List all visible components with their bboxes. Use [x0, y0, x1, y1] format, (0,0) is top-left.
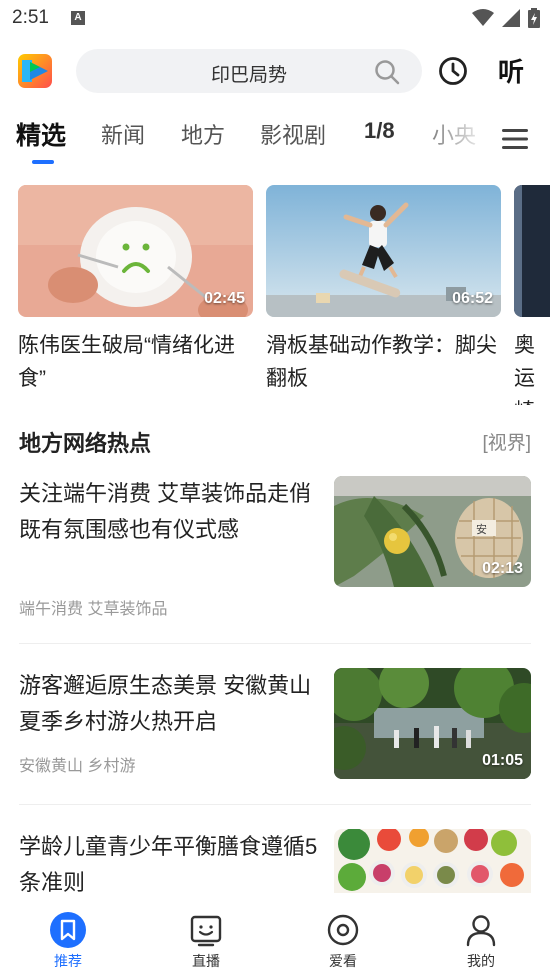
news-thumbnail[interactable]	[334, 829, 531, 893]
target-icon	[327, 914, 359, 946]
top-header: 印巴局势 听	[0, 46, 550, 96]
video-thumbnail[interactable]	[514, 185, 550, 317]
nav-love-watch[interactable]: 爱看	[293, 893, 393, 971]
video-duration: 02:13	[482, 560, 523, 577]
video-title[interactable]: 陈伟医生破局“情绪化进食”	[18, 329, 253, 395]
tab-1-8[interactable]: 1/8	[364, 118, 395, 144]
battery-icon	[528, 8, 540, 28]
video-card[interactable]: 06:52 滑板基础动作教学：脚尖翻板	[266, 185, 501, 395]
tab-featured[interactable]: 精选	[16, 116, 66, 152]
signal-icon	[502, 9, 520, 27]
video-duration: 02:45	[204, 290, 245, 307]
section-title: 地方网络热点	[19, 431, 152, 456]
listen-button[interactable]: 听	[498, 52, 524, 89]
video-card-carousel: 02:45 陈伟医生破局“情绪化进食” 06:52 滑板基础动作教学：脚尖翻板 …	[0, 185, 550, 405]
video-card[interactable]: 奥运崎琪	[514, 185, 550, 405]
video-title[interactable]: 奥运崎琪	[514, 329, 550, 405]
news-title[interactable]: 关注端午消费 艾草装饰品走俏 既有氛围感也有仪式感	[19, 476, 319, 548]
channel-menu-icon[interactable]	[502, 128, 528, 150]
divider	[19, 804, 531, 805]
notification-a-icon: A	[71, 11, 85, 25]
news-item[interactable]: 学龄儿童青少年平衡膳食遵循5条准则	[19, 829, 531, 893]
nav-mine[interactable]: 我的	[431, 893, 531, 971]
search-icon[interactable]	[374, 59, 400, 85]
tab-fade	[410, 110, 490, 166]
app-logo-icon[interactable]	[18, 54, 52, 88]
status-indicators	[472, 8, 540, 28]
divider	[19, 643, 531, 644]
news-item[interactable]: 关注端午消费 艾草装饰品走俏 既有氛围感也有仪式感 端午消费 艾草装饰品 安 0…	[19, 476, 531, 618]
svg-text:安: 安	[476, 522, 487, 536]
history-clock-icon[interactable]	[438, 56, 468, 86]
person-icon	[466, 915, 496, 947]
video-duration: 01:05	[482, 752, 523, 769]
section-source[interactable]: [视界]	[482, 428, 531, 455]
section-header: 地方网络热点 [视界]	[19, 426, 531, 458]
bottom-navigation: 推荐 直播 爱看 我的	[0, 893, 550, 979]
news-tags: 端午消费 艾草装饰品	[19, 601, 168, 618]
news-title[interactable]: 游客邂逅原生态美景 安徽黄山夏季乡村游火热开启	[19, 668, 319, 740]
nav-label: 直播	[192, 953, 220, 969]
nav-live[interactable]: 直播	[156, 893, 256, 971]
tab-news[interactable]: 新闻	[101, 118, 145, 150]
video-duration: 06:52	[452, 290, 493, 307]
video-title[interactable]: 滑板基础动作教学：脚尖翻板	[266, 329, 501, 395]
nav-recommend[interactable]: 推荐	[18, 893, 118, 971]
search-bar[interactable]: 印巴局势	[76, 49, 422, 93]
news-thumbnail[interactable]: 安 02:13	[334, 476, 531, 587]
status-time: 2:51	[12, 7, 49, 28]
tab-dramas[interactable]: 影视剧	[260, 118, 326, 150]
tab-local[interactable]: 地方	[181, 118, 225, 150]
video-thumbnail[interactable]: 02:45	[18, 185, 253, 317]
news-title[interactable]: 学龄儿童青少年平衡膳食遵循5条准则	[19, 829, 319, 893]
tv-face-icon	[190, 915, 222, 947]
video-card[interactable]: 02:45 陈伟医生破局“情绪化进食”	[18, 185, 253, 395]
channel-tabs: 精选 新闻 地方 影视剧 1/8 小央	[0, 110, 550, 166]
news-tags: 安徽黄山 乡村游	[19, 758, 136, 775]
bookmark-icon	[50, 912, 86, 948]
news-item[interactable]: 游客邂逅原生态美景 安徽黄山夏季乡村游火热开启 安徽黄山 乡村游 01:05	[19, 668, 531, 780]
nav-label: 爱看	[329, 953, 357, 969]
status-bar: 2:51 A	[0, 0, 550, 36]
active-tab-indicator	[32, 160, 54, 164]
news-thumbnail[interactable]: 01:05	[334, 668, 531, 779]
nav-label: 我的	[467, 953, 495, 969]
vegetables-image	[334, 829, 531, 893]
search-query: 印巴局势	[210, 65, 287, 86]
partial-image	[514, 185, 550, 317]
wifi-icon	[472, 9, 494, 26]
nav-label: 推荐	[54, 953, 82, 969]
video-thumbnail[interactable]: 06:52	[266, 185, 501, 317]
